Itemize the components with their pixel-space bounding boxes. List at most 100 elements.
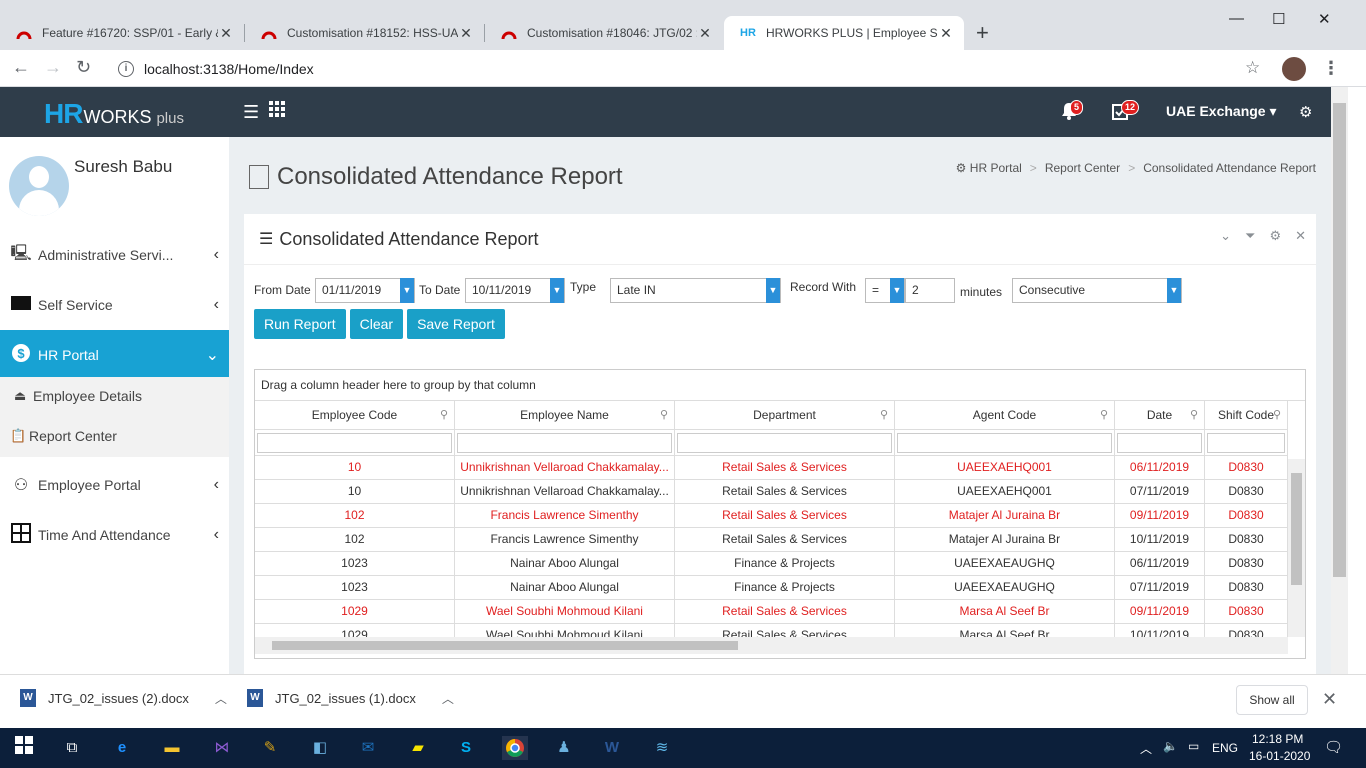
page-scrollbar[interactable] [1331, 87, 1348, 674]
column-filter-icon[interactable]: ⚲ [1100, 401, 1108, 429]
edge-icon[interactable]: e [110, 736, 134, 760]
forward-icon[interactable]: → [44, 57, 62, 78]
close-tab-icon[interactable]: ✕ [218, 25, 234, 42]
close-tab-icon[interactable]: ✕ [697, 25, 713, 42]
skype-icon[interactable]: S [454, 736, 478, 760]
close-download-bar-icon[interactable]: ✕ [1322, 689, 1337, 710]
hrworks-logo[interactable]: HR WORKS plus [44, 98, 184, 130]
file-explorer-icon[interactable]: ▬ [160, 736, 184, 760]
task-view-icon[interactable]: ⧉ [60, 736, 84, 760]
column-filter-icon[interactable]: ⚲ [1273, 401, 1281, 429]
table-row[interactable]: 102 Francis Lawrence Simenthy Retail Sales… [255, 504, 1288, 528]
to-date-picker[interactable]: 10/11/2019 ▼ [465, 278, 565, 303]
browser-tab[interactable]: Customisation #18046: JTG/02 : E ✕ [485, 16, 723, 50]
people-icon[interactable]: ♟ [552, 736, 576, 760]
column-header[interactable]: Employee Code ⚲ [255, 401, 455, 429]
chevron-up-icon[interactable]: ︿ [442, 690, 454, 707]
browser-tab[interactable]: Feature #16720: SSP/01 - Early & ✕ [0, 16, 244, 50]
from-date-picker[interactable]: 01/11/2019 ▼ [315, 278, 415, 303]
close-tab-icon[interactable]: ✕ [458, 25, 474, 42]
mode-select[interactable]: Consecutive ▼ [1012, 278, 1182, 303]
close-icon[interactable]: ✕ [1295, 228, 1306, 244]
bookmark-star-icon[interactable]: ☆ [1245, 58, 1260, 78]
action-center-icon[interactable]: 🗨 [1324, 738, 1343, 756]
close-tab-icon[interactable]: ✕ [938, 25, 954, 42]
column-filter-icon[interactable]: ⚲ [660, 401, 668, 429]
info-icon[interactable]: i [118, 60, 134, 77]
column-header[interactable]: Department ⚲ [675, 401, 895, 429]
hamburger-menu-icon[interactable]: ☰ [243, 102, 259, 123]
table-row[interactable]: 1023 Nainar Aboo Alungal Finance & Project… [255, 576, 1288, 600]
browser-tab-active[interactable]: HR HRWORKS PLUS | Employee Self ✕ [724, 16, 964, 50]
download-item[interactable]: W JTG_02_issues (2).docx ︿ [20, 689, 227, 707]
settings-icon[interactable]: ⚙ [1269, 228, 1281, 244]
browser-menu-icon[interactable]: ⋮ [1322, 58, 1340, 79]
tool-icon[interactable]: ✎ [258, 736, 282, 760]
table-row[interactable]: 1029 Wael Soubhi Mohmoud Kilani Retail Sal… [255, 600, 1288, 624]
sidebar-item-administrative-services[interactable]: 🖳 Administrative Servi... ‹ [0, 230, 229, 280]
sidebar-subitem-report-center[interactable]: 📋 Report Center [10, 428, 117, 444]
column-header[interactable]: Agent Code ⚲ [895, 401, 1115, 429]
column-filter-input[interactable] [677, 433, 892, 453]
sidebar-subitem-employee-details[interactable]: ⏏ Employee Details [14, 388, 142, 404]
tray-chevron-up-icon[interactable]: ︿ [1140, 740, 1152, 757]
table-row[interactable]: 10 Unnikrishnan Vellaroad Chakkamalay... R… [255, 480, 1288, 504]
grid-vertical-scrollbar[interactable] [1288, 459, 1305, 637]
column-filter-input[interactable] [897, 433, 1112, 453]
column-header[interactable]: Employee Name ⚲ [455, 401, 675, 429]
column-filter-input[interactable] [1207, 433, 1285, 453]
browser-tab[interactable]: Customisation #18152: HSS-UAX ✕ [245, 16, 484, 50]
chevron-up-icon[interactable]: ︿ [215, 690, 227, 707]
sidebar-item-employee-portal[interactable]: ⚇ Employee Portal ‹ [0, 460, 229, 510]
column-filter-input[interactable] [1117, 433, 1202, 453]
clock-date[interactable]: 16-01-2020 [1249, 749, 1310, 763]
new-tab-icon[interactable]: + [976, 20, 989, 46]
breadcrumb-item[interactable]: Report Center [1045, 161, 1120, 175]
column-header[interactable]: Shift Code ⚲ [1205, 401, 1288, 429]
app-icon[interactable]: ≋ [650, 736, 674, 760]
user-avatar[interactable] [9, 156, 69, 216]
volume-icon[interactable]: 🔈 [1163, 739, 1178, 753]
settings-gears-icon[interactable]: ⚙ [1299, 103, 1312, 121]
close-window-icon[interactable]: ✕ [1318, 10, 1331, 28]
type-select[interactable]: Late IN ▼ [610, 278, 781, 303]
column-filter-icon[interactable]: ⚲ [1190, 401, 1198, 429]
apps-grid-icon[interactable] [269, 101, 285, 120]
column-header[interactable]: Date ⚲ [1115, 401, 1205, 429]
table-row[interactable]: 1023 Nainar Aboo Alungal Finance & Project… [255, 552, 1288, 576]
filter-icon[interactable]: ⏷ [1245, 228, 1255, 244]
column-filter-icon[interactable]: ⚲ [440, 401, 448, 429]
column-filter-input[interactable] [257, 433, 452, 453]
sidebar-item-hr-portal[interactable]: $ HR Portal ⌄ [0, 330, 229, 380]
company-selector[interactable]: UAE Exchange ▾ [1166, 103, 1277, 120]
browser-profile-avatar[interactable] [1282, 57, 1306, 81]
url-field[interactable]: i localhost:3138/Home/Index [106, 54, 1274, 83]
clock-time[interactable]: 12:18 PM [1252, 732, 1303, 746]
breadcrumb-item[interactable]: HR Portal [970, 161, 1022, 175]
operator-select[interactable]: = ▼ [865, 278, 905, 303]
chrome-icon[interactable] [502, 736, 528, 760]
show-all-button[interactable]: Show all [1236, 685, 1308, 715]
grid-horizontal-scrollbar[interactable] [255, 637, 1288, 654]
sidebar-item-self-service[interactable]: Self Service ‹ [0, 280, 229, 330]
clear-button[interactable]: Clear [349, 309, 404, 339]
sidebar-item-time-and-attendance[interactable]: Time And Attendance ‹ [0, 510, 229, 560]
minimize-icon[interactable]: — [1229, 10, 1244, 27]
back-icon[interactable]: ← [12, 57, 30, 78]
sticky-notes-icon[interactable]: ▰ [406, 736, 430, 760]
visual-studio-icon[interactable]: ⋈ [210, 736, 234, 760]
table-row[interactable]: 10 Unnikrishnan Vellaroad Chakkamalay... R… [255, 456, 1288, 480]
group-panel[interactable]: Drag a column header here to group by th… [255, 370, 1305, 401]
network-icon[interactable]: ▭ [1188, 739, 1199, 753]
maximize-icon[interactable]: ☐ [1272, 10, 1285, 28]
column-filter-icon[interactable]: ⚲ [880, 401, 888, 429]
save-report-button[interactable]: Save Report [407, 309, 505, 339]
collapse-icon[interactable]: ⌄ [1220, 228, 1231, 244]
minutes-input[interactable]: 2 [905, 278, 955, 303]
word-icon[interactable]: W [600, 736, 624, 760]
download-item[interactable]: W JTG_02_issues (1).docx ︿ [247, 689, 454, 707]
reload-icon[interactable]: ↻ [76, 57, 91, 78]
table-row[interactable]: 102 Francis Lawrence Simenthy Retail Sales… [255, 528, 1288, 552]
language-indicator[interactable]: ENG [1212, 741, 1238, 755]
app-icon[interactable]: ◧ [308, 736, 332, 760]
